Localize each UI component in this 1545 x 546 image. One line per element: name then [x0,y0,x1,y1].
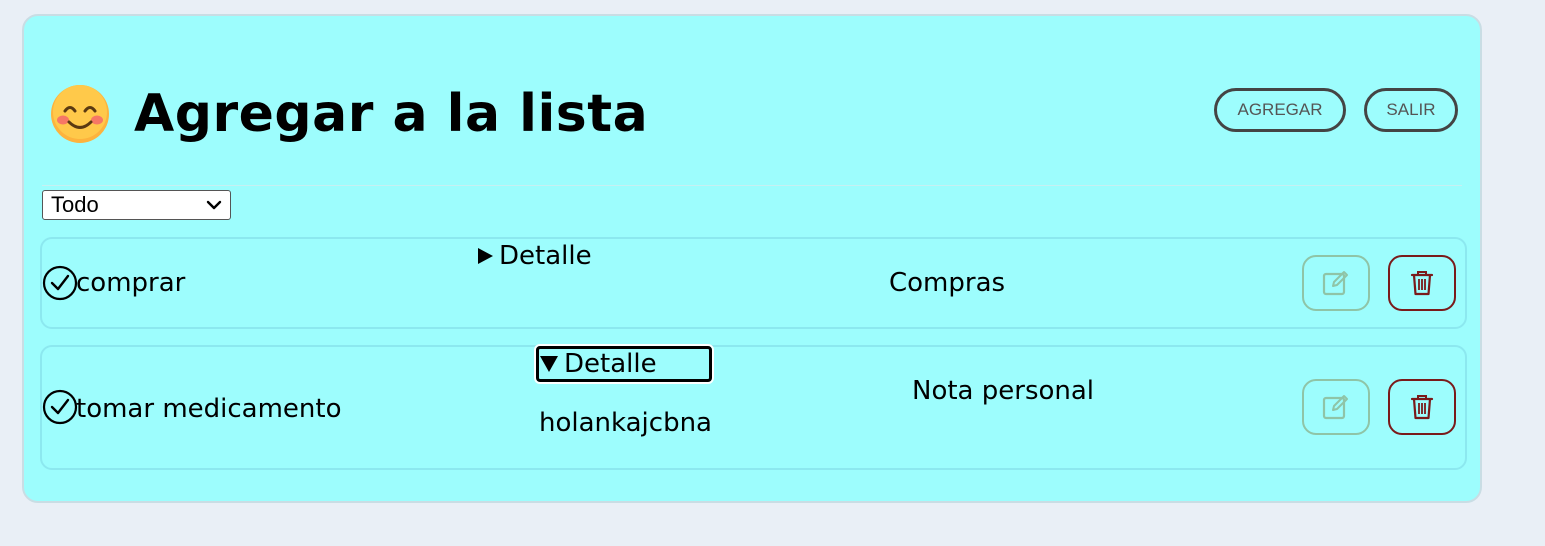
task-category: Nota personal [912,376,1095,406]
exit-button[interactable]: SALIR [1364,88,1458,132]
edit-button[interactable] [1302,379,1370,435]
smiling-face-emoji-icon [51,85,109,143]
trash-icon [1410,271,1434,296]
edit-button[interactable] [1302,255,1370,311]
header: Agregar a la lista AGREGAR SALIR [48,82,1458,146]
triangle-right-icon [478,248,493,264]
header-divider [42,185,1462,186]
details-label: Detalle [564,349,657,379]
task-name: tomar medicamento [76,394,342,424]
trash-icon [1410,395,1434,420]
task-row: tomar medicamento Detalle holankajcbna N… [40,345,1467,470]
check-circle-icon[interactable] [42,265,78,301]
page-title: Agregar a la lista [134,84,649,144]
triangle-down-icon [540,356,558,372]
task-row: comprar Detalle Compras [40,237,1467,329]
task-details: Detalle holankajcbna [536,346,712,438]
check-circle-icon[interactable] [42,389,78,425]
details-toggle[interactable]: Detalle [536,346,712,382]
todo-card: Agregar a la lista AGREGAR SALIR Todo co… [22,14,1482,503]
edit-icon [1322,395,1348,420]
details-toggle[interactable]: Detalle [478,241,592,271]
filter-selected-value: Todo [51,192,99,217]
details-label: Detalle [499,241,592,271]
filter-select[interactable]: Todo [42,190,231,220]
delete-button[interactable] [1388,379,1456,435]
edit-icon [1322,271,1348,296]
delete-button[interactable] [1388,255,1456,311]
add-button[interactable]: AGREGAR [1214,88,1346,132]
task-name: comprar [76,268,186,298]
details-text: holankajcbna [539,408,712,438]
task-category: Compras [889,268,1006,298]
chevron-down-icon [206,200,222,210]
task-details: Detalle [478,241,592,271]
